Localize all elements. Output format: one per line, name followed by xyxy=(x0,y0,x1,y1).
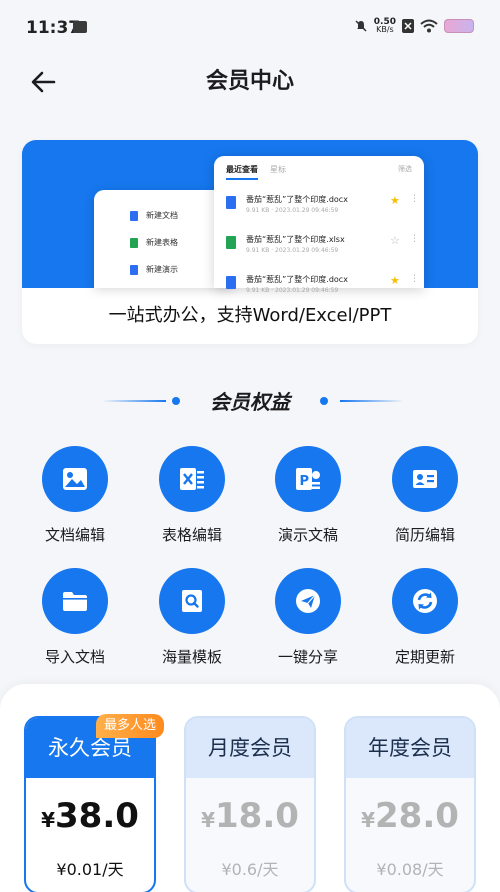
benefit-icon-circle xyxy=(42,446,108,512)
excel-file-icon xyxy=(130,237,138,248)
most-popular-badge: 最多人选 xyxy=(96,714,164,738)
more-icon: ⋮ xyxy=(410,274,419,284)
benefit-templates[interactable]: 海量模板 xyxy=(137,568,247,668)
file-row: 番茄“惹乱”了整个印度.docx 9.91 KB · 2023.01.29 09… xyxy=(226,192,419,222)
svg-text:P: P xyxy=(300,474,310,489)
membership-plans-panel: 永久会员 ¥38.0 ¥0.01/天 月度会员 ¥18.0 ¥0.6/天 年度会… xyxy=(0,684,500,892)
star-filled-icon: ★ xyxy=(390,274,400,287)
tab-recent: 最近查看 xyxy=(226,164,258,180)
refresh-icon xyxy=(413,589,437,613)
promo-banner: 新建文档 新建表格 新建演示 最近查看 星标 筛选 番茄“惹乱”了整个印度.do… xyxy=(22,140,478,344)
page-title: 会员中心 xyxy=(205,69,294,94)
benefit-import-doc[interactable]: 导入文档 xyxy=(20,568,130,668)
tab-starred: 星标 xyxy=(270,165,286,174)
more-icon: ⋮ xyxy=(410,234,419,244)
new-file-menu-mockup: 新建文档 新建表格 新建演示 xyxy=(94,190,234,288)
benefit-icon-circle: P xyxy=(275,446,341,512)
status-bar: 11:37 0.50 KB/s xyxy=(0,0,500,56)
benefit-icon-circle xyxy=(159,568,225,634)
heading-line-right xyxy=(340,400,404,402)
benefit-icon-circle xyxy=(392,568,458,634)
plan-name: 月度会员 xyxy=(186,718,314,778)
plan-daily-price: ¥0.08/天 xyxy=(376,860,444,879)
ppt-file-icon xyxy=(130,264,138,275)
benefit-presentation[interactable]: P 演示文稿 xyxy=(253,446,363,546)
benefit-sheet-edit[interactable]: 表格编辑 xyxy=(137,446,247,546)
benefits-heading: 会员权益 xyxy=(0,384,500,418)
excel-file-icon xyxy=(226,236,236,249)
mockup-tabs: 最近查看 星标 xyxy=(226,164,286,180)
plan-monthly[interactable]: 月度会员 ¥18.0 ¥0.6/天 xyxy=(184,716,316,892)
benefit-share[interactable]: 一键分享 xyxy=(253,568,363,668)
banner-background: 新建文档 新建表格 新建演示 最近查看 星标 筛选 番茄“惹乱”了整个印度.do… xyxy=(22,140,478,294)
benefit-icon-circle xyxy=(392,446,458,512)
image-icon xyxy=(63,468,87,490)
star-filled-icon: ★ xyxy=(390,194,400,207)
folder-icon xyxy=(63,592,87,611)
file-row: 番茄“惹乱”了整个印度.xlsx 9.91 KB · 2023.01.29 09… xyxy=(226,232,419,262)
id-card-icon xyxy=(413,470,437,488)
ppt-icon: P xyxy=(296,468,320,490)
benefit-icon-circle xyxy=(275,568,341,634)
network-speed: 0.50 KB/s xyxy=(373,17,396,34)
plan-lifetime[interactable]: 永久会员 ¥38.0 ¥0.01/天 xyxy=(24,716,156,892)
search-file-icon xyxy=(182,590,202,612)
word-file-icon xyxy=(130,210,138,221)
filter-label: 筛选 xyxy=(398,165,412,173)
excel-icon xyxy=(180,468,204,490)
benefit-updates[interactable]: 定期更新 xyxy=(370,568,480,668)
no-sim-icon xyxy=(402,19,414,33)
heading-dot-right xyxy=(320,397,328,405)
benefit-icon-circle xyxy=(42,568,108,634)
plan-yearly[interactable]: 年度会员 ¥28.0 ¥0.08/天 xyxy=(344,716,476,892)
status-time: 11:37 xyxy=(26,18,81,38)
status-right: 0.50 KB/s xyxy=(354,18,474,34)
banner-tagline: 一站式办公，支持Word/Excel/PPT xyxy=(108,305,392,326)
recent-files-mockup: 最近查看 星标 筛选 番茄“惹乱”了整个印度.docx 9.91 KB · 20… xyxy=(214,156,424,294)
message-notification-icon xyxy=(73,21,87,33)
star-outline-icon: ☆ xyxy=(390,234,400,247)
wifi-icon xyxy=(420,19,438,33)
plan-daily-price: ¥0.01/天 xyxy=(56,860,124,879)
benefit-doc-edit[interactable]: 文档编辑 xyxy=(20,446,130,546)
plan-price: ¥38.0 xyxy=(41,796,139,836)
mute-icon xyxy=(355,20,367,32)
battery-icon xyxy=(444,19,474,33)
more-icon: ⋮ xyxy=(410,194,419,204)
word-file-icon xyxy=(226,196,236,209)
plan-daily-price: ¥0.6/天 xyxy=(221,860,279,879)
plan-name: 年度会员 xyxy=(346,718,474,778)
plan-price: ¥28.0 xyxy=(361,796,459,836)
plan-price: ¥18.0 xyxy=(201,796,299,836)
benefit-icon-circle xyxy=(159,446,225,512)
benefits-title: 会员权益 xyxy=(210,390,290,414)
send-icon xyxy=(296,589,320,613)
benefit-resume-edit[interactable]: 简历编辑 xyxy=(370,446,480,546)
